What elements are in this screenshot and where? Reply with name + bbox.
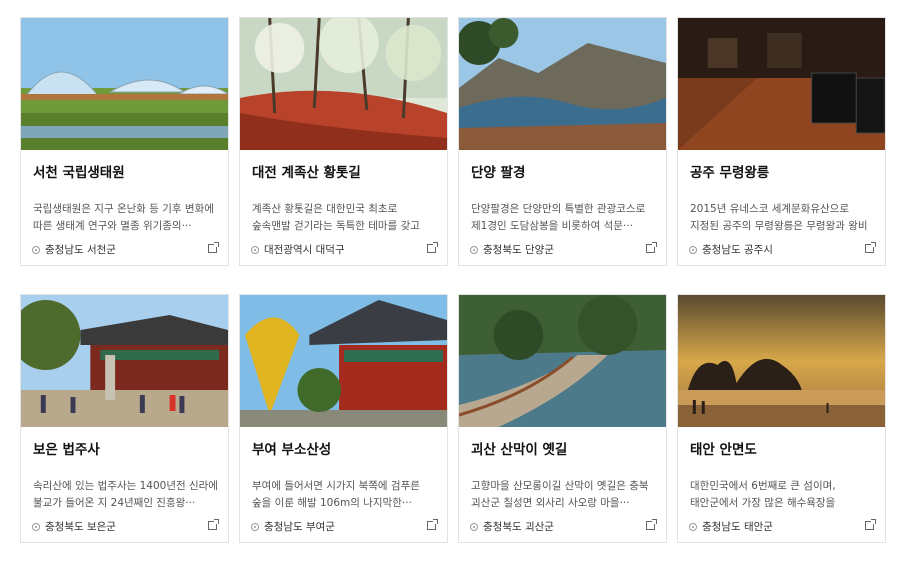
attraction-card[interactable]: 공주 무령왕릉 2015년 유네스코 세계문화유산으로 지정된 공주의 무령왕릉…	[677, 17, 886, 266]
card-photo-danyang[interactable]	[459, 18, 666, 150]
card-title[interactable]: 부여 부소산성	[252, 438, 437, 458]
card-title[interactable]: 괴산 산막이 옛길	[471, 438, 656, 458]
location-pin-icon	[32, 522, 40, 531]
card-description: 2015년 유네스코 세계문화유산으로 지정된 공주의 무령왕릉은 무령왕과 왕…	[690, 203, 868, 232]
location-pin-icon	[251, 522, 259, 531]
card-location: 충청남도 부여군	[251, 519, 335, 534]
attraction-card[interactable]: 태안 안면도 대한민국에서 6번째로 큰 섬이며, 태안군에서 가장 많은 해수…	[677, 294, 886, 543]
card-title[interactable]: 서천 국립생태원	[33, 161, 218, 181]
card-photo-busosanseong[interactable]	[240, 295, 447, 427]
location-pin-icon	[689, 522, 697, 531]
location-text: 충청북도 단양군	[483, 244, 554, 256]
location-pin-icon	[32, 245, 40, 254]
card-location: 충청남도 태안군	[689, 519, 773, 534]
share-icon[interactable]	[208, 519, 219, 530]
card-description: 대한민국에서 6번째로 큰 섬이며, 태안군에서 가장 많은 해수욕장을 보유하…	[690, 480, 836, 509]
location-pin-icon	[251, 245, 259, 254]
card-location: 충청북도 괴산군	[470, 519, 554, 534]
card-title[interactable]: 공주 무령왕릉	[690, 161, 875, 181]
card-photo-sanmagi-trail[interactable]	[459, 295, 666, 427]
card-photo-ecological-center[interactable]	[21, 18, 228, 150]
location-text: 충청남도 서천군	[45, 244, 116, 256]
card-description: 국립생태원은 지구 온난화 등 기후 변화에 따른 생태계 연구와 멸종 위기종…	[33, 203, 214, 232]
card-location: 대전광역시 대덕구	[251, 242, 345, 257]
location-text: 대전광역시 대덕구	[264, 244, 345, 256]
card-location: 충청남도 서천군	[32, 242, 116, 257]
card-location: 충청북도 보은군	[32, 519, 116, 534]
card-photo-muryeong-tomb[interactable]	[678, 18, 885, 150]
card-location: 충청북도 단양군	[470, 242, 554, 257]
attraction-grid: 서천 국립생태원 국립생태원은 지구 온난화 등 기후 변화에 따른 생태계 연…	[0, 0, 900, 567]
location-text: 충청남도 공주시	[702, 244, 773, 256]
card-title[interactable]: 대전 계족산 황톳길	[252, 161, 437, 181]
location-text: 충청남도 태안군	[702, 521, 773, 533]
card-title[interactable]: 태안 안면도	[690, 438, 875, 458]
attraction-card[interactable]: 괴산 산막이 옛길 고향마을 산모롱이길 산막이 옛길은 충북 괴산군 칠성면 …	[458, 294, 667, 543]
card-photo-anmyeondo[interactable]	[678, 295, 885, 427]
location-text: 충청북도 보은군	[45, 521, 116, 533]
attraction-card[interactable]: 서천 국립생태원 국립생태원은 지구 온난화 등 기후 변화에 따른 생태계 연…	[20, 17, 229, 266]
share-icon[interactable]	[427, 519, 438, 530]
card-description: 부여에 들어서면 시가지 북쪽에 검푸른 숲을 이룬 해발 106m의 나지막한…	[252, 480, 420, 509]
card-photo-beopjusa[interactable]	[21, 295, 228, 427]
card-location: 충청남도 공주시	[689, 242, 773, 257]
card-description: 고향마을 산모롱이길 산막이 옛길은 충북 괴산군 칠성면 외사리 사오랑 마을…	[471, 480, 649, 509]
share-icon[interactable]	[646, 242, 657, 253]
share-icon[interactable]	[865, 519, 876, 530]
location-text: 충청남도 부여군	[264, 521, 335, 533]
location-text: 충청북도 괴산군	[483, 521, 554, 533]
attraction-card[interactable]: 대전 계족산 황톳길 계족산 황톳길은 대한민국 최초로 숲속맨발 걷기라는 독…	[239, 17, 448, 266]
attraction-card[interactable]: 부여 부소산성 부여에 들어서면 시가지 북쪽에 검푸른 숲을 이룬 해발 10…	[239, 294, 448, 543]
share-icon[interactable]	[865, 242, 876, 253]
location-pin-icon	[470, 522, 478, 531]
attraction-card[interactable]: 보은 법주사 속리산에 있는 법주사는 1400년전 신라에 불교가 들어온 지…	[20, 294, 229, 543]
share-icon[interactable]	[427, 242, 438, 253]
card-description: 단양팔경은 단양만의 특별한 관광코스로 제1경인 도담삼봉을 비롯하여 석문·…	[471, 203, 646, 232]
card-description: 계족산 황톳길은 대한민국 최초로 숲속맨발 걷기라는 독특한 테마를 갖고 산…	[252, 203, 420, 232]
card-title[interactable]: 단양 팔경	[471, 161, 656, 181]
card-description: 속리산에 있는 법주사는 1400년전 신라에 불교가 들어온 지 24년째인 …	[33, 480, 218, 509]
share-icon[interactable]	[646, 519, 657, 530]
card-photo-gyejoksan-trail[interactable]	[240, 18, 447, 150]
location-pin-icon	[689, 245, 697, 254]
share-icon[interactable]	[208, 242, 219, 253]
card-title[interactable]: 보은 법주사	[33, 438, 218, 458]
location-pin-icon	[470, 245, 478, 254]
attraction-card[interactable]: 단양 팔경 단양팔경은 단양만의 특별한 관광코스로 제1경인 도담삼봉을 비롯…	[458, 17, 667, 266]
